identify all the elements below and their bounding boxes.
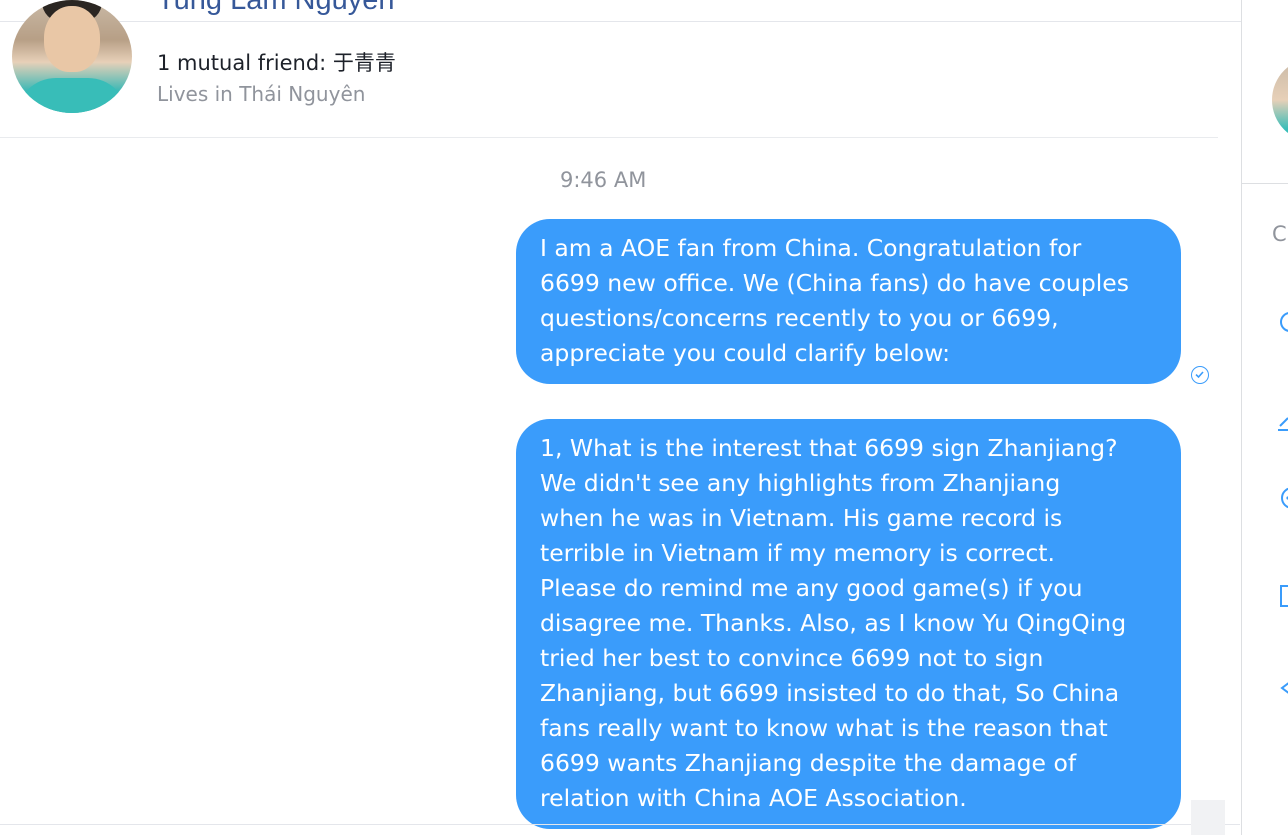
message-line: 6699 wants Zhanjiang despite the damage … (540, 749, 1077, 777)
message-line: tried her best to convince 6699 not to s… (540, 644, 1044, 672)
composer-divider (0, 824, 1240, 825)
message-line: 1, What is the interest that 6699 sign Z… (540, 434, 1118, 462)
message-line: appreciate you could clarify below: (540, 339, 950, 367)
message-line: Zhanjiang, but 6699 insisted to do that,… (540, 679, 1120, 707)
mutual-friend-text: 1 mutual friend: 于青青 (157, 51, 396, 75)
sent-check-icon (1191, 366, 1209, 384)
message-bubble[interactable]: I am a AOE fan from China. Congratulatio… (516, 219, 1181, 384)
message-line: terrible in Vietnam if my memory is corr… (540, 539, 1055, 567)
options-icon[interactable] (1278, 310, 1288, 334)
message-bubble[interactable]: 1, What is the interest that 6699 sign Z… (516, 419, 1181, 829)
profile-name[interactable]: Tung Lam Nguyen (157, 0, 395, 17)
details-avatar[interactable] (1272, 58, 1288, 142)
message-line: questions/concerns recently to you or 66… (540, 304, 1059, 332)
message-line: fans really want to know what is the rea… (540, 714, 1108, 742)
message-line: disagree me. Thanks. Also, as I know Yu … (540, 609, 1127, 637)
emoji-icon[interactable] (1278, 486, 1288, 510)
message-line: relation with China AOE Association. (540, 784, 967, 812)
message-line: We didn't see any highlights from Zhanji… (540, 469, 1061, 497)
message-timestamp: 9:46 AM (560, 168, 647, 192)
scrollbar-corner[interactable] (1191, 800, 1225, 835)
details-divider (1242, 183, 1288, 184)
lives-in-text: Lives in Thái Nguyên (157, 82, 366, 106)
message-line: Please do remind me any good game(s) if … (540, 574, 1083, 602)
message-line: when he was in Vietnam. His game record … (540, 504, 1063, 532)
details-section-label: C (1272, 222, 1287, 246)
message-line: I am a AOE fan from China. Congratulatio… (540, 234, 1082, 262)
share-icon[interactable] (1278, 676, 1288, 700)
profile-avatar[interactable] (12, 0, 132, 113)
details-panel: C (1241, 0, 1288, 835)
message-line: 6699 new office. We (China fans) do have… (540, 269, 1129, 297)
media-icon[interactable] (1278, 584, 1288, 608)
edit-icon[interactable] (1278, 408, 1288, 432)
conversation-header: Tung Lam Nguyen 1 mutual friend: 于青青 Liv… (0, 0, 1218, 138)
